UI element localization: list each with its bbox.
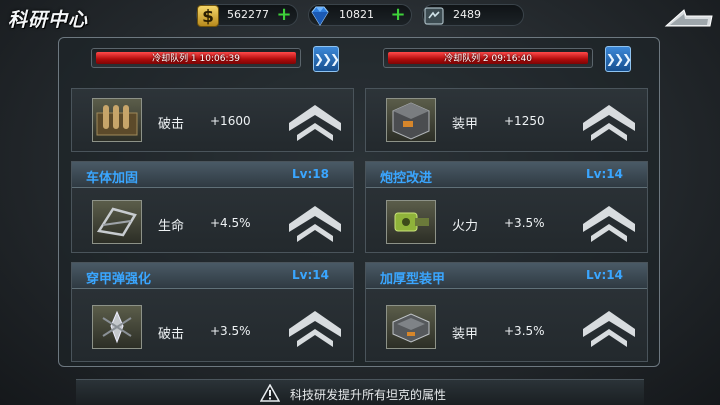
research-card-6[interactable]: 加厚型装甲 Lv:14 装甲 +3.5% (365, 262, 648, 362)
chassis-frame-icon (92, 200, 142, 244)
research-card-1[interactable]: 破击 +1600 (71, 88, 354, 152)
upgrade-chevron-icon[interactable] (581, 307, 637, 347)
card-title: 加厚型装甲 (380, 272, 446, 287)
ticket-value: 2489 (453, 8, 481, 21)
card-title: 炮控改进 (380, 171, 433, 186)
coin-counter: $ 562277 + (195, 3, 298, 29)
top-bar: 科研中心 $ 562277 + 10821 + 2489 (0, 0, 720, 32)
info-footer: 科技研发提升所有坦克的属性 (76, 379, 644, 405)
stat-amount: +4.5% (210, 216, 251, 230)
cooldown-queue-2: 冷却队列 2 09:16:40 ❯❯❯ (383, 46, 635, 72)
warning-icon (260, 384, 280, 402)
card-header: 加厚型装甲 Lv:14 (366, 263, 647, 289)
stat-name: 破击 (158, 117, 185, 132)
stat-name: 装甲 (452, 117, 479, 132)
add-coins-button[interactable]: + (275, 6, 293, 24)
ammo-crate-icon (92, 98, 142, 142)
stat-amount: +3.5% (504, 324, 545, 338)
upgrade-chevron-icon[interactable] (287, 202, 343, 242)
card-level: Lv:14 (586, 167, 623, 181)
stat-amount: +3.5% (504, 216, 545, 230)
stat-name: 破击 (158, 327, 185, 342)
card-title: 穿甲弹强化 (86, 272, 152, 287)
card-header: 车体加固 Lv:18 (72, 162, 353, 188)
card-level: Lv:14 (586, 268, 623, 282)
gun-control-icon (386, 200, 436, 244)
card-level: Lv:18 (292, 167, 329, 181)
blue-diamond-icon (307, 3, 333, 29)
card-title: 车体加固 (86, 171, 139, 186)
stat-name: 生命 (158, 219, 185, 234)
gem-value: 10821 (339, 8, 374, 21)
queue-2-label: 冷却队列 2 09:16:40 (444, 54, 532, 64)
coin-value: 562277 (227, 8, 269, 21)
upgrade-chevron-icon[interactable] (581, 101, 637, 141)
thick-armor-icon (386, 305, 436, 349)
research-card-5[interactable]: 穿甲弹强化 Lv:14 破击 +3.5% (71, 262, 354, 362)
gem-counter: 10821 + (308, 4, 412, 26)
back-arrow-icon (664, 9, 713, 27)
back-button[interactable] (664, 6, 714, 30)
stat-amount: +1600 (210, 114, 251, 128)
ticket-counter: 2489 (422, 4, 524, 26)
queue-1-label: 冷却队列 1 10:06:39 (152, 54, 240, 64)
research-card-4[interactable]: 炮控改进 Lv:14 火力 +3.5% (365, 161, 648, 253)
stat-name: 火力 (452, 219, 479, 234)
gold-coin-icon: $ (195, 3, 221, 29)
stat-amount: +3.5% (210, 324, 251, 338)
stat-name: 装甲 (452, 327, 479, 342)
stat-amount: +1250 (504, 114, 545, 128)
queue-2-speedup-button[interactable]: ❯❯❯ (605, 46, 632, 72)
upgrade-chevron-icon[interactable] (287, 101, 343, 141)
armor-box-icon (386, 98, 436, 142)
page-title: 科研中心 (8, 9, 89, 31)
card-header: 穿甲弹强化 Lv:14 (72, 263, 353, 289)
ap-shell-icon (92, 305, 142, 349)
upgrade-chevron-icon[interactable] (581, 202, 637, 242)
research-card-2[interactable]: 装甲 +1250 (365, 88, 648, 152)
research-panel: 冷却队列 1 10:06:39 ❯❯❯ 冷却队列 2 09:16:40 ❯❯❯ … (58, 37, 660, 367)
queue-1-speedup-button[interactable]: ❯❯❯ (313, 46, 340, 72)
research-card-3[interactable]: 车体加固 Lv:18 生命 +4.5% (71, 161, 354, 253)
tech-book-icon (421, 3, 447, 29)
upgrade-chevron-icon[interactable] (287, 307, 343, 347)
footer-text: 科技研发提升所有坦克的属性 (290, 388, 447, 402)
add-gems-button[interactable]: + (389, 6, 407, 24)
card-header: 炮控改进 Lv:14 (366, 162, 647, 188)
cooldown-queue-1: 冷却队列 1 10:06:39 ❯❯❯ (91, 46, 343, 72)
card-level: Lv:14 (292, 268, 329, 282)
